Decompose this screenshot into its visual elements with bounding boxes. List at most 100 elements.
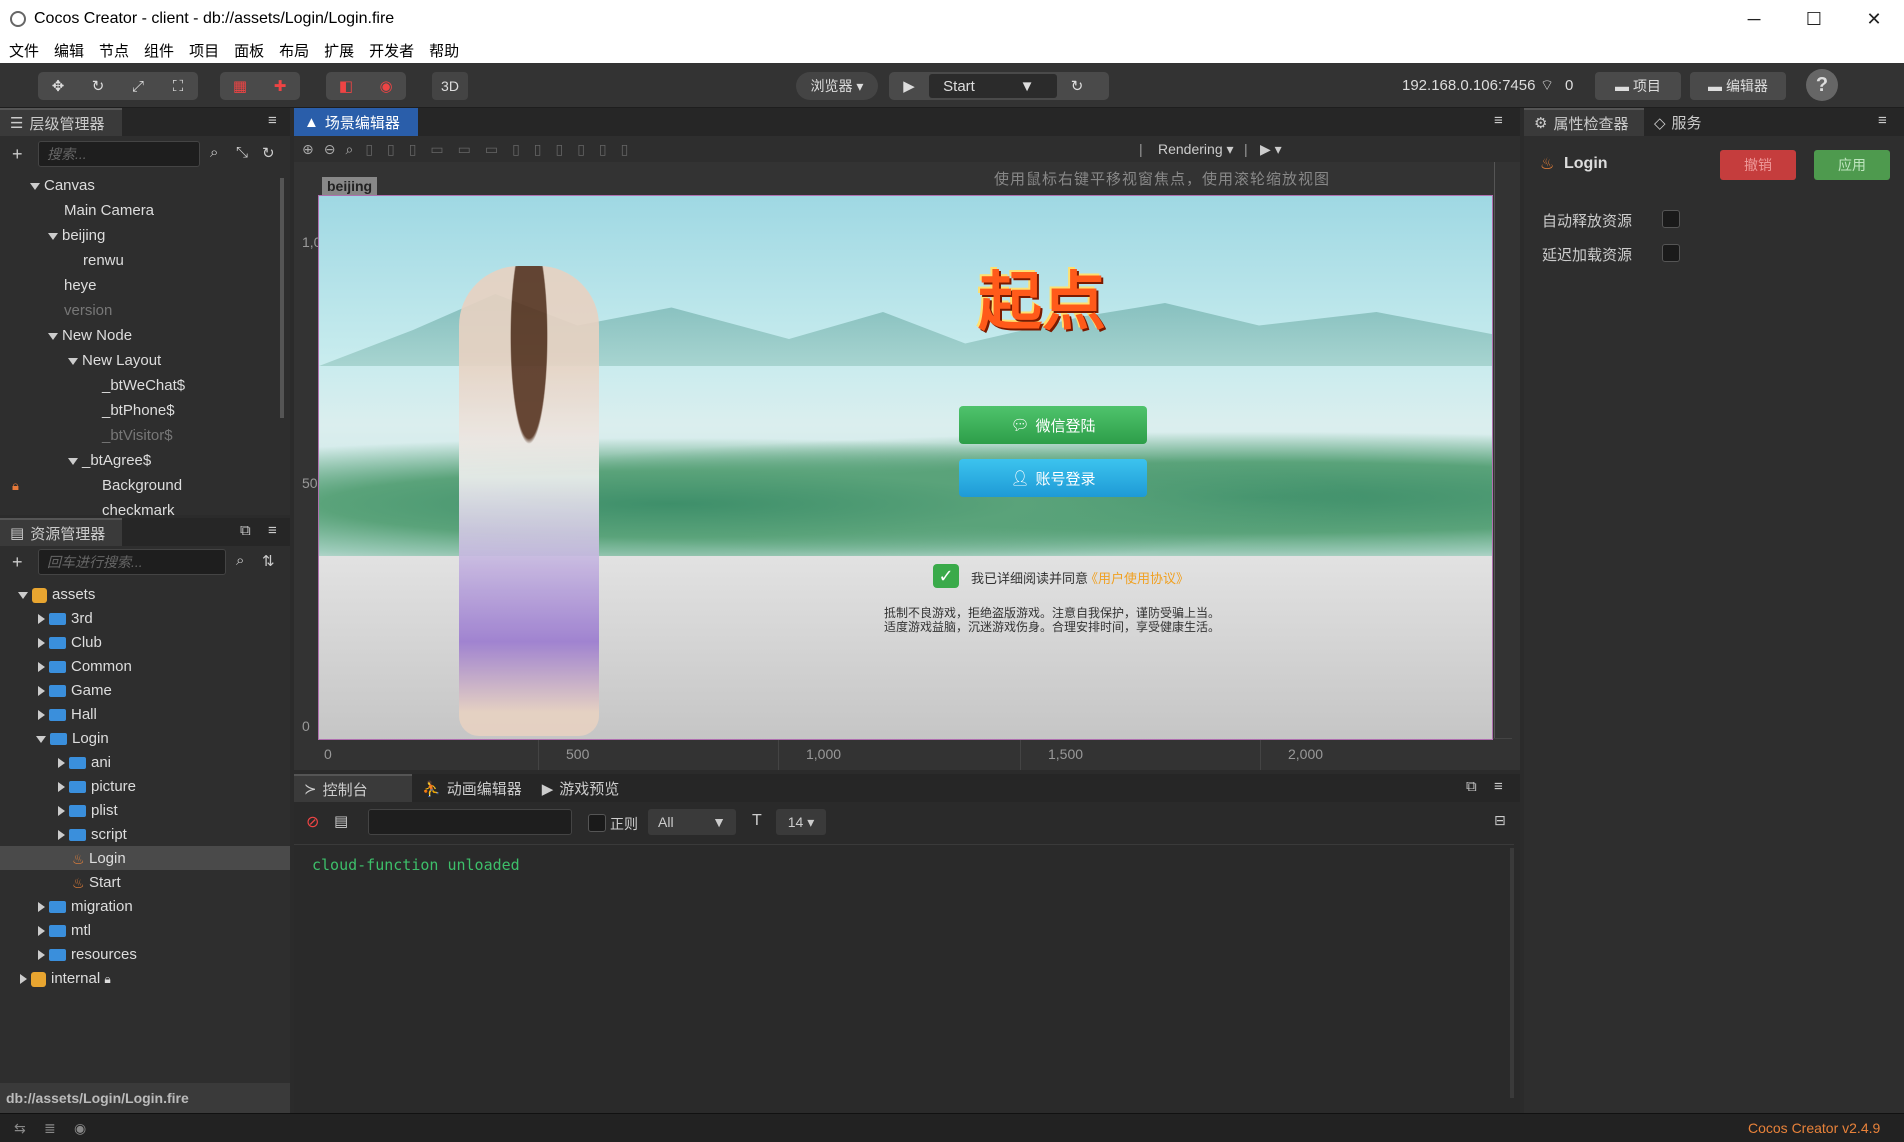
auto-release-checkbox[interactable] [1662,210,1680,232]
lock-icon[interactable]: 🔒︎ [12,478,19,494]
menu-file[interactable]: 文件 [9,40,39,61]
tab-hierarchy[interactable]: ☰ 层级管理器 [0,108,122,136]
asset-row[interactable]: Game [38,678,112,703]
rect-tool-icon[interactable]: ⛶ [158,72,198,100]
open-log-icon[interactable]: ▤ [334,812,348,830]
maximize-button[interactable]: ☐ [1786,0,1842,38]
sync-icon[interactable]: ⇆ [14,1120,26,1137]
camera-icon[interactable]: ▶ ▾ [1260,141,1282,158]
asset-row[interactable]: Hall [38,702,97,727]
collapse-log-icon[interactable]: ⊟ [1494,812,1506,829]
add-node-icon[interactable]: + [12,144,23,165]
menu-layout[interactable]: 布局 [279,40,309,61]
panel-menu-icon[interactable]: ≡ [268,112,277,129]
asset-row[interactable]: Club [38,630,102,655]
tree-node[interactable]: renwu [83,248,124,273]
zoom-reset-icon[interactable]: ⌕ [345,141,353,158]
tree-node[interactable]: New Layout [68,348,161,373]
hierarchy-scrollbar[interactable] [280,178,284,418]
help-button[interactable]: ? [1806,69,1838,101]
eye-icon[interactable]: ◉ [74,1120,86,1137]
tree-node[interactable]: _btVisitor$ [102,423,173,448]
wechat-login-button[interactable]: 💬︎ 微信登陆 [959,406,1147,444]
game-scene-canvas[interactable]: 起点 💬︎ 微信登陆 👤︎ 账号登录 ✓ 我已详细阅读并同意 《用户使用协议》 抵制… [318,195,1493,740]
grid-icon[interactable]: ◉ [366,72,406,100]
assets-search-input[interactable]: 回车进行搜索... [38,549,226,575]
asset-row[interactable]: picture [58,774,136,799]
menu-edit[interactable]: 编辑 [54,40,84,61]
asset-row[interactable]: ♨ Start [72,870,121,895]
align-tools-icon[interactable]: ▯▯▯▭▭▭▯▯▯▯▯▯ [365,141,642,158]
agree-checkbox[interactable]: ✓ [933,564,959,588]
play-icon[interactable]: ▶ [889,72,929,100]
minimize-button[interactable]: ─ [1726,0,1782,38]
browser-select[interactable]: 浏览器 ▾ [796,72,878,100]
local-icon[interactable]: ✚ [260,72,300,100]
panel-menu-icon[interactable]: ≡ [1494,778,1503,795]
rendering-select[interactable]: Rendering ▾ [1158,141,1234,158]
tree-node[interactable]: _btWeChat$ [102,373,185,398]
collapse-icon[interactable]: ⤡ [236,144,248,161]
menu-help[interactable]: 帮助 [429,40,459,61]
tree-node[interactable]: _btAgree$ [68,448,151,473]
hierarchy-search-input[interactable]: 搜索... [38,141,200,167]
tab-assets[interactable]: ▤ 资源管理器 [0,518,122,546]
revert-button[interactable]: 撤销 [1720,150,1796,180]
tab-inspector[interactable]: ⚙ 属性检查器 [1524,108,1644,136]
apply-button[interactable]: 应用 [1814,150,1890,180]
tree-node[interactable]: Canvas [30,173,95,198]
tab-animation-editor[interactable]: ⛹ 动画编辑器 [412,778,532,799]
log-level-select[interactable]: All ▼ [648,809,736,835]
database-status-icon[interactable]: ≣ [44,1120,56,1137]
tree-node[interactable]: heye [64,273,97,298]
popout-icon[interactable]: ⧉ [240,522,251,539]
zoom-out-icon[interactable]: ⊖ [324,141,336,158]
tab-services[interactable]: ◇ 服务 [1644,112,1712,133]
menu-node[interactable]: 节点 [99,40,129,61]
clear-console-icon[interactable]: ⊘ [306,812,319,832]
asset-row[interactable]: internal 🔒︎ [20,966,111,991]
open-project-button[interactable]: ▬ 项目 [1595,72,1681,100]
panel-menu-icon[interactable]: ≡ [1878,112,1887,129]
search-icon[interactable]: ⌕ [236,552,244,569]
asset-row[interactable]: script [58,822,127,847]
scene-scrollbar[interactable] [1494,162,1495,738]
asset-row[interactable]: 3rd [38,606,93,631]
popout-icon[interactable]: ⧉ [1466,778,1477,795]
close-button[interactable]: ✕ [1846,0,1902,38]
tab-scene[interactable]: ▲ 场景编辑器 [294,108,418,136]
asset-row[interactable]: ani [58,750,111,775]
asset-row[interactable]: migration [38,894,133,919]
user-agreement-link[interactable]: 《用户使用协议》 [1085,568,1189,587]
tree-node[interactable]: version [64,298,112,323]
toggle-3d-button[interactable]: 3D [432,72,468,100]
scale-tool-icon[interactable]: ⤢ [118,72,158,100]
tree-node[interactable]: beijing [48,223,105,248]
pivot-icon[interactable]: ▦ [220,72,260,100]
console-scrollbar[interactable] [1510,848,1514,1098]
tab-console[interactable]: ≻ 控制台 [294,774,412,802]
tree-node[interactable]: Background [102,473,182,498]
tree-node[interactable]: New Node [48,323,132,348]
asset-row-selected[interactable]: ♨ Login [72,846,126,871]
regex-checkbox[interactable] [588,814,606,833]
refresh-icon[interactable]: ↻ [1057,72,1097,100]
asset-row[interactable]: assets [18,582,95,607]
console-filter-input[interactable] [368,809,572,835]
tree-node[interactable]: _btPhone$ [102,398,175,423]
rotate-tool-icon[interactable]: ↻ [78,72,118,100]
panel-menu-icon[interactable]: ≡ [1494,112,1503,129]
asset-row[interactable]: Common [38,654,132,679]
account-login-button[interactable]: 👤︎ 账号登录 [959,459,1147,497]
asset-row[interactable]: Login [36,726,109,751]
scene-select[interactable]: Start ▼ [929,74,1057,98]
refresh-tree-icon[interactable]: ↻ [262,144,275,162]
menu-panel[interactable]: 面板 [234,40,264,61]
tab-game-preview[interactable]: ▶ 游戏预览 [532,778,630,799]
sort-icon[interactable]: ⇅ [262,552,275,570]
zoom-in-icon[interactable]: ⊕ [302,141,314,158]
asset-row[interactable]: mtl [38,918,91,943]
menu-extension[interactable]: 扩展 [324,40,354,61]
tree-node[interactable]: Main Camera [64,198,154,223]
menu-project[interactable]: 项目 [189,40,219,61]
